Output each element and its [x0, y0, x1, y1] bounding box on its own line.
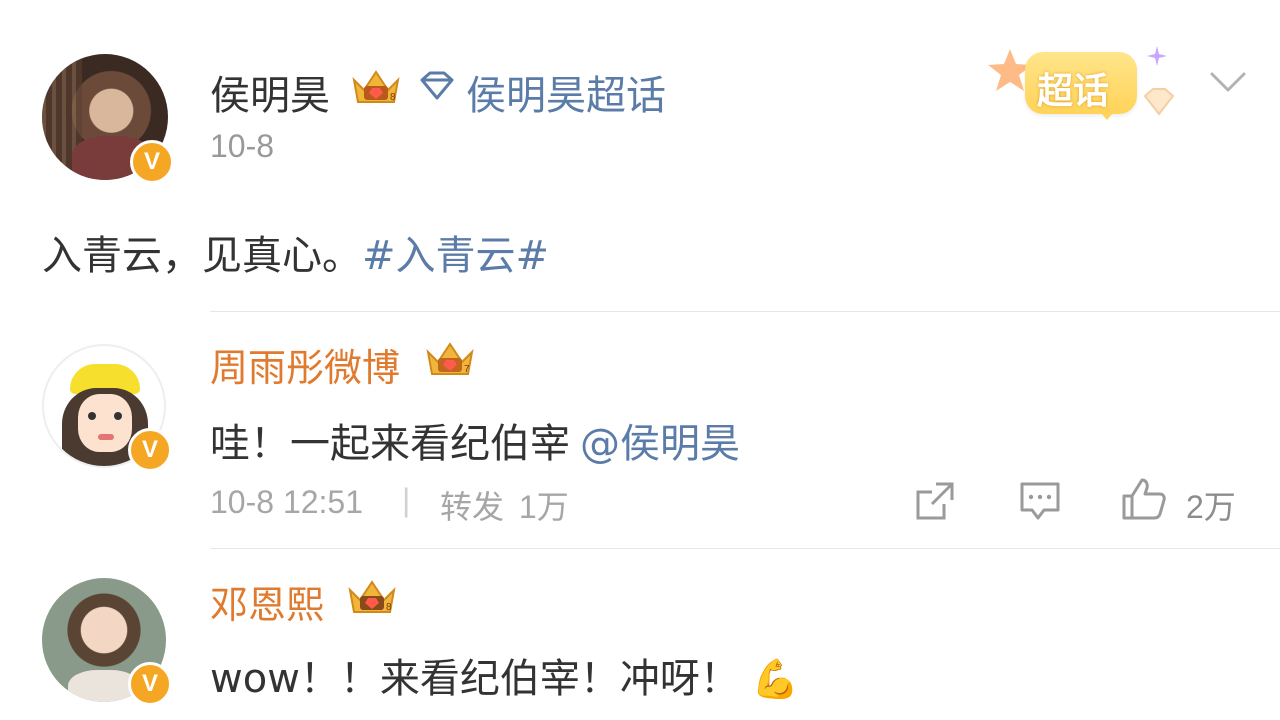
- comment-author-name[interactable]: 周雨彤微博: [210, 337, 400, 392]
- gem-icon: [1143, 88, 1175, 116]
- comments-divider: [210, 311, 1280, 312]
- post-date: 10-8: [210, 128, 275, 164]
- verified-badge-icon: V: [130, 140, 174, 184]
- post-text: 入青云，见真心。: [42, 233, 362, 279]
- crown-badge-icon: 8: [348, 580, 396, 613]
- svg-text:8: 8: [386, 602, 392, 613]
- hashtag-link[interactable]: #入青云#: [362, 233, 549, 279]
- comment-icon[interactable]: [1018, 480, 1062, 522]
- comment-body: 哇！一起来看纪伯宰: [210, 421, 570, 467]
- post-content: 入青云，见真心。#入青云#: [42, 223, 549, 281]
- comment-avatar[interactable]: V: [42, 578, 172, 706]
- verified-badge-icon: V: [128, 428, 172, 472]
- comment-author-name[interactable]: 邓恩熙: [210, 574, 324, 629]
- chevron-down-icon[interactable]: [1208, 70, 1248, 94]
- author-name[interactable]: 侯明昊: [210, 63, 330, 121]
- diamond-icon: [420, 71, 454, 100]
- repost-label[interactable]: 转发 1万: [440, 482, 569, 528]
- svg-text:8: 8: [390, 92, 396, 103]
- comment-avatar[interactable]: V: [42, 344, 172, 472]
- comment-text: 哇！一起来看纪伯宰 @侯明昊: [210, 411, 740, 469]
- comment-text: wow！！来看纪伯宰！冲呀！ 💪: [210, 646, 799, 704]
- crown-badge-icon: 7: [426, 342, 474, 375]
- repost-count: 1万: [518, 489, 569, 525]
- sparkle-icon: [1147, 46, 1167, 66]
- author-avatar[interactable]: V: [42, 54, 174, 184]
- supertopic-badge-label: 超话: [1037, 71, 1110, 112]
- comment-time: 10-8 12:51: [210, 484, 364, 520]
- mention-link[interactable]: @侯明昊: [580, 421, 740, 467]
- crown-badge-icon: 8: [352, 70, 400, 103]
- flexed-biceps-icon: 💪: [751, 657, 800, 701]
- share-icon[interactable]: [914, 480, 956, 522]
- supertopic-link[interactable]: 侯明昊超话: [466, 63, 666, 121]
- repost-text: 转发: [440, 489, 505, 525]
- svg-text:7: 7: [464, 364, 470, 375]
- supertopic-badge[interactable]: 超话: [985, 42, 1185, 132]
- verified-badge-icon: V: [128, 662, 172, 706]
- comment-divider: [210, 548, 1280, 549]
- thumbs-up-icon[interactable]: [1120, 476, 1168, 522]
- comment-body: wow！！来看纪伯宰！冲呀！: [210, 656, 740, 702]
- like-count: 2万: [1186, 489, 1236, 525]
- meta-separator: |: [402, 482, 411, 518]
